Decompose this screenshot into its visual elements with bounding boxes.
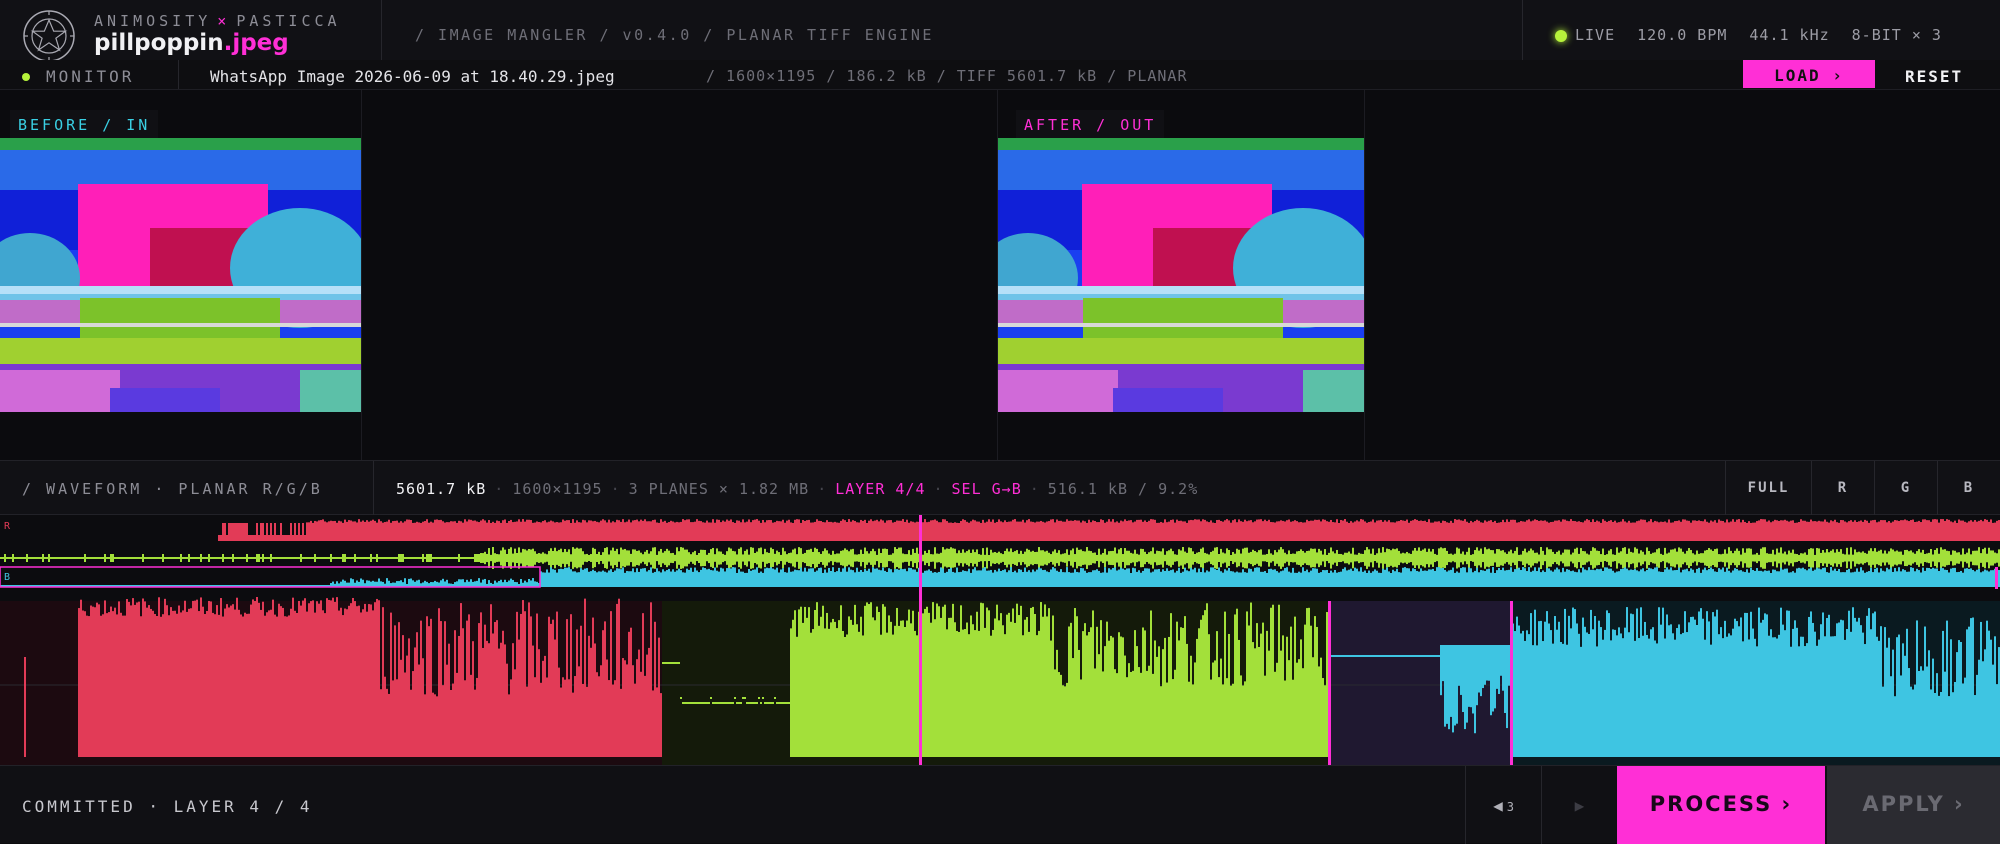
footer-bar: COMMITTED · LAYER 4 / 4 ◀ 3 ▶ PROCESS › A…	[0, 765, 2000, 844]
divider	[1364, 90, 1365, 460]
reset-button[interactable]: RESET	[1905, 67, 1963, 86]
after-image	[998, 138, 1364, 412]
live-label: LIVE	[1575, 26, 1616, 44]
live-indicator-icon	[1555, 30, 1567, 42]
divider	[361, 90, 362, 460]
file-strip: MONITOR WhatsApp Image 2026-06-09 at 18.…	[0, 60, 2000, 90]
play-arrow-icon: ▶	[1574, 796, 1585, 815]
view-full-button[interactable]: FULL	[1725, 461, 1811, 516]
before-image	[0, 138, 361, 412]
waveform-title: / WAVEFORM · PLANAR R/G/B	[22, 480, 323, 498]
divider	[178, 60, 179, 89]
monitor-area: BEFORE / IN AFTER / OUT	[0, 90, 2000, 460]
overview-lane-r[interactable]	[218, 519, 2000, 541]
selection-start-handle[interactable]	[1328, 601, 1331, 765]
detail-wave-r[interactable]	[24, 597, 662, 757]
view-r-button[interactable]: R	[1811, 461, 1874, 516]
divider	[373, 461, 374, 516]
after-label: AFTER / OUT	[1016, 110, 1165, 140]
file-title: pillpoppin.jpeg	[94, 30, 289, 56]
bit-depth-readout: 8-BIT × 3	[1851, 26, 1942, 44]
selection-end-handle[interactable]	[1510, 601, 1513, 765]
play-button[interactable]: ▶	[1541, 766, 1617, 844]
overview-end-marker[interactable]	[1995, 567, 1998, 589]
view-g-button[interactable]: G	[1874, 461, 1937, 516]
sample-rate-readout: 44.1 kHz	[1749, 26, 1830, 44]
source-meta: / 1600×1195 / 186.2 kB / TIFF 5601.7 kB …	[706, 67, 1188, 85]
undo-count: 3	[1506, 800, 1514, 814]
layer-indicator: LAYER 4/4	[835, 480, 926, 498]
load-button[interactable]: LOAD ›	[1743, 60, 1875, 88]
tiff-size: 5601.7 kB	[396, 480, 487, 498]
image-dims: 1600×1195	[512, 480, 603, 498]
process-button[interactable]: PROCESS ›	[1617, 766, 1825, 844]
monitor-label: MONITOR	[46, 67, 135, 86]
waveform-stats: 5601.7 kB · 1600×1195 · 3 PLANES × 1.82 MB · L…	[396, 480, 1199, 498]
source-filename: WhatsApp Image 2026-06-09 at 18.40.29.jp…	[210, 67, 615, 86]
prev-arrow-icon: ◀	[1493, 796, 1503, 815]
waveform-header: / WAVEFORM · PLANAR R/G/B 5601.7 kB · 1600…	[0, 460, 2000, 516]
lane-label-b: B	[4, 572, 10, 583]
apply-button[interactable]: APPLY ›	[1827, 766, 2000, 844]
selection-size: 516.1 kB / 9.2%	[1047, 480, 1199, 498]
monitor-status-icon	[22, 73, 30, 81]
waveform-display[interactable]: R B	[0, 515, 2000, 765]
plane-info: 3 PLANES × 1.82 MB	[628, 480, 810, 498]
selection-indicator: SEL G→B	[951, 480, 1022, 498]
commit-status: COMMITTED · LAYER 4 / 4	[22, 797, 313, 816]
bpm-readout: 120.0 BPM	[1637, 26, 1728, 44]
transport-stats: LIVE 120.0 BPM 44.1 kHz 8-BIT × 3	[1575, 26, 1964, 44]
undo-button[interactable]: ◀ 3	[1465, 766, 1541, 844]
lane-label-r: R	[4, 521, 11, 532]
brand-subtitle: ANIMOSITY × PASTICCA	[94, 12, 341, 30]
view-b-button[interactable]: B	[1937, 461, 2000, 516]
playhead[interactable]	[919, 515, 922, 765]
pentagram-logo-icon	[23, 10, 75, 62]
breadcrumb: / IMAGE MANGLER / v0.4.0 / PLANAR TIFF E…	[415, 26, 934, 44]
before-label: BEFORE / IN	[10, 110, 159, 140]
